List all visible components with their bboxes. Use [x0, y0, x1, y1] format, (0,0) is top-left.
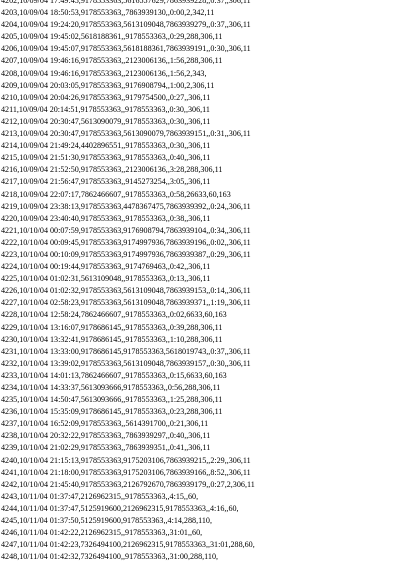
record-line: 4233,10/10/04 14:01:13,7862466607,,91785…: [1, 370, 227, 380]
record-line: 4237,10/10/04 16:52:09,9178553363,,56143…: [1, 419, 209, 429]
record-line: 4242,10/10/04 21:45:40,9178553363,212679…: [1, 479, 255, 489]
record-line: 4234,10/10/04 14:33:37,5613093666,917855…: [1, 383, 221, 392]
record-line: 4205,10/09/04 19:45:02,5618188361,,91785…: [1, 32, 223, 42]
record-line: 4236,10/10/04 15:35:09,9178686145,,91785…: [1, 407, 223, 417]
record-line: 4212,10/09/04 20:30:47,5613090079,,91785…: [1, 116, 211, 126]
record-line: 4238,10/10/04 20:32:22,9178553363,,78639…: [1, 431, 211, 441]
record-line: 4244,10/11/04 01:37:47,5125919600,212696…: [1, 503, 239, 513]
record-line: 4210,10/09/04 20:04:26,9178553363,,91797…: [1, 92, 211, 102]
record-line: 4226,10/10/04 01:02:32,9178553363,561310…: [1, 286, 251, 296]
record-line: 4217,10/09/04 21:56:47,9178553363,,91452…: [1, 177, 211, 187]
record-line: 4208,10/09/04 19:46:16,9178553363,,21230…: [1, 68, 207, 78]
record-line: 4219,10/09/04 23:38:13,9178553363,447836…: [1, 201, 251, 211]
record-line: 4207,10/09/04 19:46:16,9178553363,,21230…: [1, 56, 223, 66]
record-line: 4214,10/09/04 21:49:24,4402896551,,91785…: [1, 141, 211, 151]
record-line: 4222,10/10/04 00:09:45,9178553363,917499…: [1, 237, 251, 247]
record-line: 4229,10/10/04 13:16:07,9178686145,,91785…: [1, 322, 223, 332]
record-line: 4243,10/11/04 01:37:47,2126962315,,91785…: [1, 491, 199, 501]
record-line: 4241,10/10/04 21:18:00,9178553363,917520…: [1, 467, 251, 477]
record-line: 4213,10/09/04 20:30:47,9178553363,561309…: [1, 129, 251, 139]
record-line: 4221,10/10/04 00:07:59,9178553363,917690…: [1, 225, 251, 235]
record-line: 4209,10/09/04 20:03:05,9178553363,,91769…: [1, 80, 215, 90]
record-line: 4203,10/09/04 18:50:53,9178553363,,78639…: [1, 8, 215, 18]
record-line: 4228,10/10/04 12:58:24,7862466607,,91785…: [1, 310, 227, 320]
record-line: 4246,10/11/04 01:42:22,2126962315,,91785…: [1, 528, 203, 538]
record-line: 4230,10/10/04 13:32:41,9178686145,,91785…: [1, 334, 223, 344]
record-line: 4224,10/10/04 00:19:44,9178553363,,91747…: [1, 262, 211, 272]
record-line: 4240,10/10/04 21:15:13,9178553363,917520…: [1, 455, 251, 465]
record-line: 4223,10/10/04 00:10:09,9178553363,917499…: [1, 249, 251, 259]
record-line: 4235,10/10/04 14:50:47,5613093666,,91785…: [1, 395, 223, 405]
record-line: 4206,10/09/04 19:45:07,9178553363,561818…: [1, 44, 251, 54]
record-line: 4216,10/09/04 21:52:50,9178553363,,21230…: [1, 165, 223, 175]
record-line: 4202,10/09/04 17:49:45,9178553363,561655…: [1, 0, 251, 5]
record-line: 4239,10/10/04 21:02:29,9178553363,,78639…: [1, 443, 211, 453]
record-line: 4245,10/11/04 01:37:50,5125919600,917855…: [1, 516, 212, 526]
record-line: 4227,10/10/04 02:58:23,9178553363,561310…: [1, 298, 251, 308]
record-line: 4232,10/10/04 13:39:02,9178553363,561310…: [1, 358, 251, 368]
record-line: 4225,10/10/04 01:02:31,5613109048,,91785…: [1, 274, 211, 284]
record-line: 4220,10/09/04 23:40:40,9178553363,,91785…: [1, 213, 211, 223]
record-line: 4247,10/11/04 01:42:23,7326494100,212696…: [1, 540, 255, 550]
record-line: 4215,10/09/04 21:51:30,9178553363,,91785…: [1, 153, 211, 163]
csv-text-document: 4202,10/09/04 17:49:45,9178553363,561655…: [1, 0, 400, 563]
record-line: 4204,10/09/04 19:24:20,9178553363,561310…: [1, 20, 251, 30]
record-line: 4248,10/11/04 01:42:32,7326494100,,91785…: [1, 552, 219, 562]
record-line: 4211,10/09/04 20:14:51,9178553363,,91785…: [1, 104, 210, 114]
record-line: 4218,10/09/04 22:07:17,7862466607,,91785…: [1, 189, 231, 199]
record-line: 4231,10/10/04 13:33:00,9178686145,917855…: [1, 346, 251, 356]
